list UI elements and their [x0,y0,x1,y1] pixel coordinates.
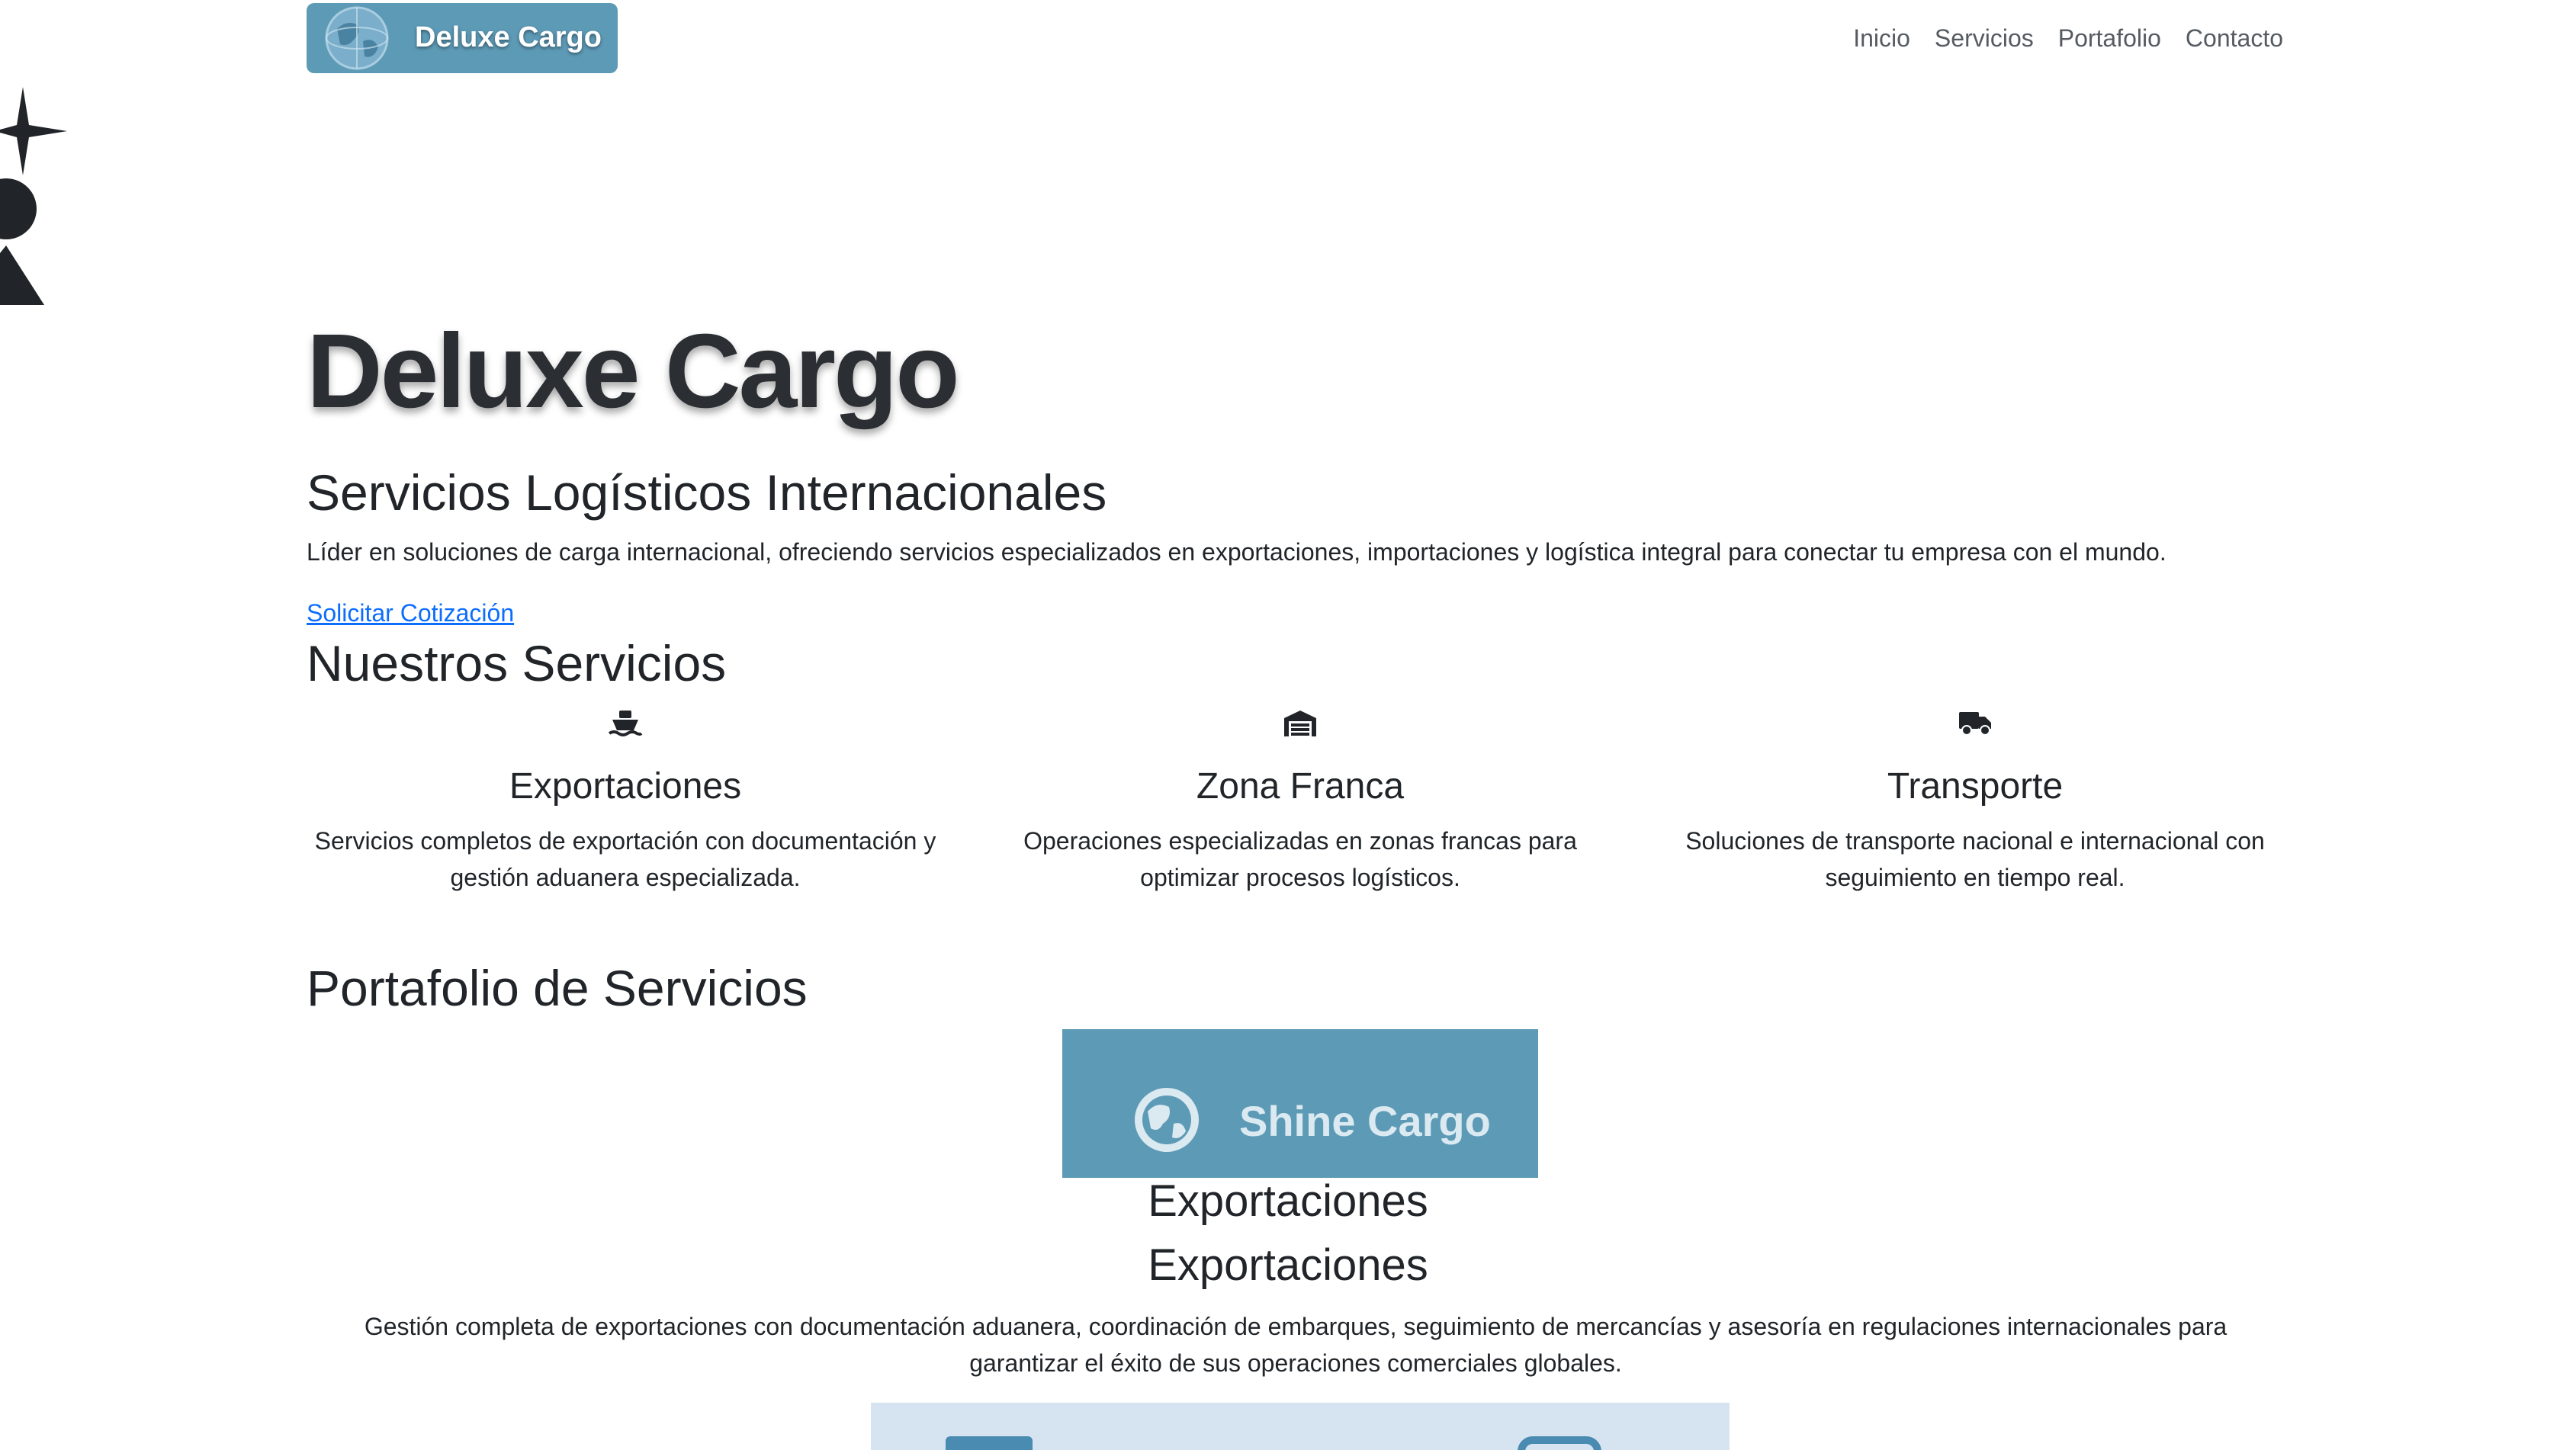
portfolio-item-title: Exportaciones [1148,1176,1428,1226]
globe-icon [325,6,389,70]
warehouse-icon [1284,711,1316,736]
service-description: Soluciones de transporte nacional e inte… [1685,826,2265,891]
portfolio-image-2 [871,1403,1730,1450]
page: Deluxe Cargo Inicio Servicios Portafolio… [0,0,2576,1450]
globe-icon [1135,1088,1199,1152]
portfolio-image-text: Shine Cargo [1239,1097,1491,1145]
service-title: Exportaciones [509,766,742,807]
service-title: Zona Franca [1196,766,1405,807]
navbar: Deluxe Cargo Inicio Servicios Portafolio… [307,3,2283,73]
hero-subtitle: Servicios Logísticos Internacionales [307,464,1107,521]
hero-description: Líder en soluciones de carga internacion… [307,538,2166,566]
services-title: Nuestros Servicios [307,635,727,691]
truck-icon [1959,712,1991,736]
service-title: Transporte [1887,766,2064,807]
nav-link-inicio[interactable]: Inicio [1853,24,1910,53]
portfolio-title: Portafolio de Servicios [307,960,808,1016]
portfolio-item-description: Gestión completa de exportaciones con do… [364,1313,2228,1377]
image-shape [946,1436,1033,1450]
portfolio-item-subtitle: Exportaciones [1148,1240,1428,1290]
ship-icon [608,711,643,736]
service-description: Servicios completos de exportación con d… [314,826,936,891]
image-shape [1518,1436,1601,1450]
decorative-shapes-icon [0,87,67,305]
request-quote-link[interactable]: Solicitar Cotización [307,599,514,627]
service-card-zona-franca: Zona Franca Operaciones especializadas e… [972,707,1628,896]
portfolio-image: Shine Cargo [1062,1029,1538,1178]
hero-title: Deluxe Cargo [307,313,960,430]
nav-link-servicios[interactable]: Servicios [1935,24,2034,53]
service-card-transporte: Transporte Soluciones de transporte naci… [1647,707,2303,896]
nav-links: Inicio Servicios Portafolio Contacto [1853,24,2283,53]
nav-link-portafolio[interactable]: Portafolio [2058,24,2161,53]
nav-link-contacto[interactable]: Contacto [2186,24,2283,53]
brand-name: Deluxe Cargo [415,21,602,53]
service-card-exportaciones: Exportaciones Servicios completos de exp… [297,707,953,896]
brand-logo[interactable]: Deluxe Cargo [307,3,618,73]
service-description: Operaciones especializadas en zonas fran… [1023,826,1577,891]
